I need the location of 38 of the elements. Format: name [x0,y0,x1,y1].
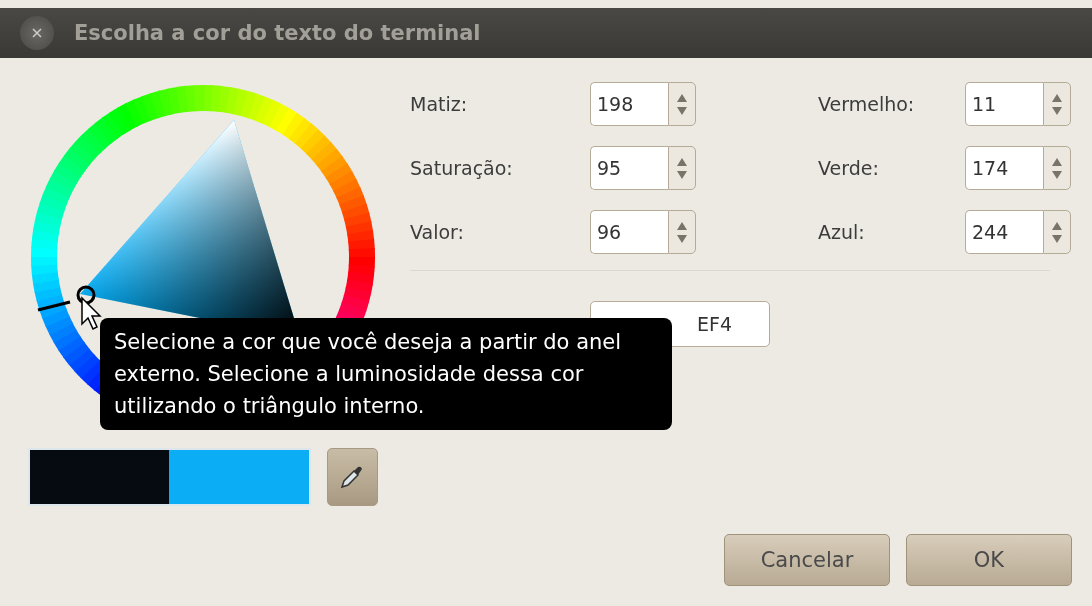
spin-buttons[interactable] [668,210,696,254]
down-arrow-icon [677,234,687,243]
up-arrow-icon [1052,93,1062,102]
eyedropper-button[interactable] [326,448,378,506]
field-label: Verde: [818,157,880,179]
spin-field[interactable]: 96 [590,210,668,254]
up-arrow-icon [677,157,687,166]
spin-buttons[interactable] [1043,146,1071,190]
spin-field[interactable]: 244 [965,210,1043,254]
down-arrow-icon [1052,170,1062,179]
down-arrow-icon [677,170,687,179]
ok-button[interactable]: OK [906,534,1072,586]
spin-field[interactable]: 11 [965,82,1043,126]
spin-buttons[interactable] [668,146,696,190]
spin-buttons[interactable] [668,82,696,126]
up-arrow-icon [677,221,687,230]
spin-buttons[interactable] [1043,82,1071,126]
field-label: Azul: [818,221,866,243]
spin-field[interactable]: 198 [590,82,668,126]
spin-buttons[interactable] [1043,210,1071,254]
field-label: Matiz: [410,93,469,115]
tooltip: Selecione a cor que você deseja a partir do anel externo. Selecione a luminosidade dessa cor utilizando o triângulo interno. [100,318,672,430]
up-arrow-icon [677,93,687,102]
field-label: Vermelho: [818,93,916,115]
down-arrow-icon [1052,234,1062,243]
down-arrow-icon [677,106,687,115]
field-label: Valor: [410,221,465,243]
mouse-pointer-icon [80,296,104,332]
close-icon [32,28,42,38]
window-title: Escolha a cor do texto do terminal [74,21,481,45]
close-button[interactable] [20,16,54,50]
cancel-button[interactable]: Cancelar [724,534,890,586]
up-arrow-icon [1052,157,1062,166]
spin-field[interactable]: 174 [965,146,1043,190]
spin-field[interactable]: 95 [590,146,668,190]
up-arrow-icon [1052,221,1062,230]
down-arrow-icon [1052,106,1062,115]
field-label: Saturação: [410,157,514,179]
